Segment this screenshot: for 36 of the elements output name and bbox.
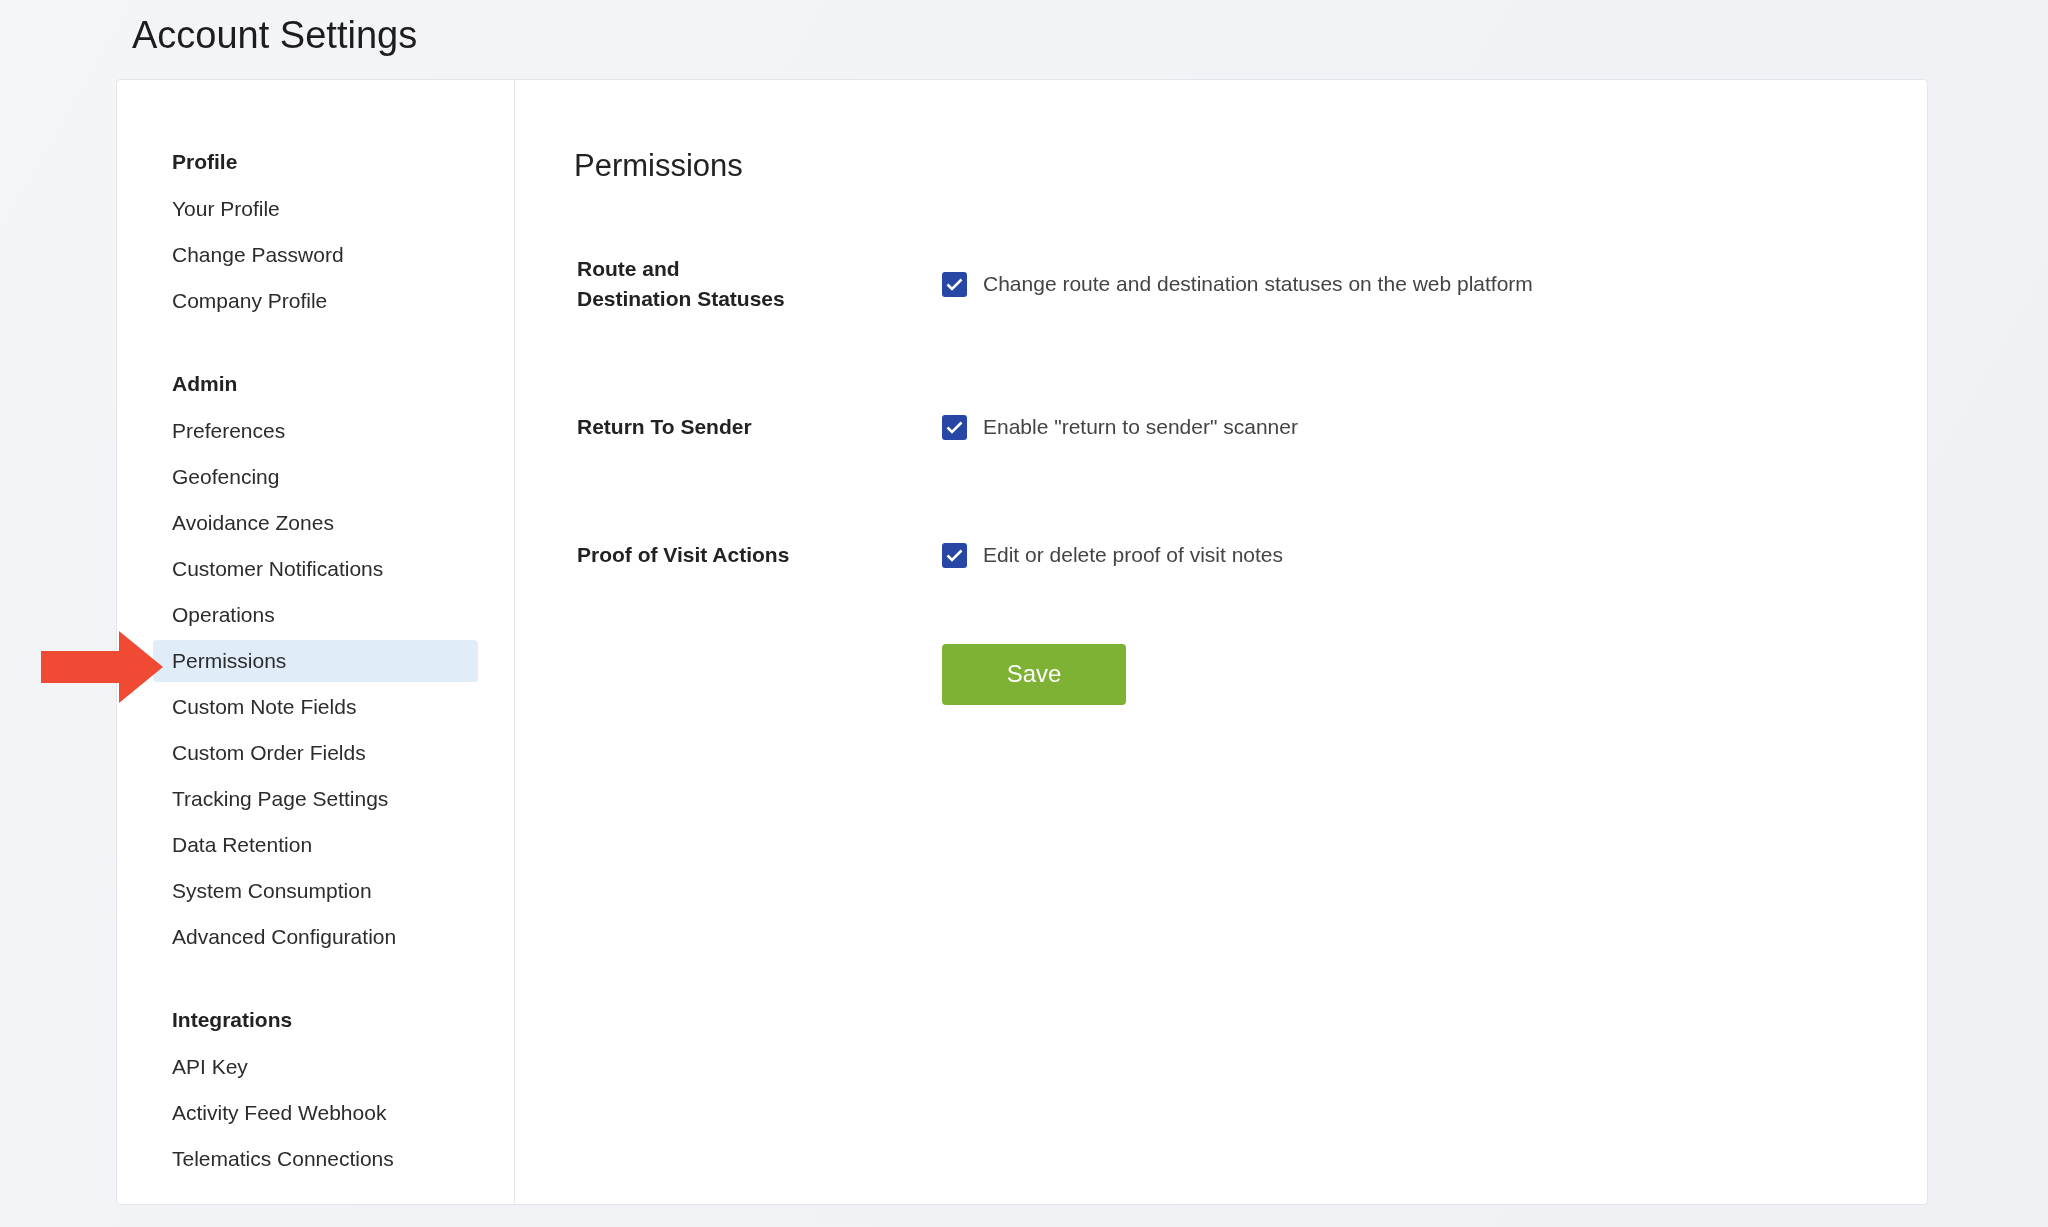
setting-label: Route and Destination Statuses [576, 256, 786, 312]
sidebar-item[interactable]: Operations [153, 594, 478, 636]
checkbox[interactable] [942, 414, 967, 440]
section-heading: Permissions [574, 148, 744, 184]
sidebar-heading: Integrations [171, 1007, 294, 1033]
checkbox-label: Edit or delete proof of visit notes [983, 543, 1283, 567]
checkmark-icon [946, 420, 963, 434]
sidebar-item[interactable]: API Key [153, 1046, 478, 1088]
setting-label: Return To Sender [576, 414, 753, 440]
checkbox[interactable] [942, 542, 967, 568]
sidebar-item[interactable]: Activity Feed Webhook [153, 1092, 478, 1134]
sidebar-item[interactable]: Permissions [153, 640, 478, 682]
sidebar-item[interactable]: Geofencing [153, 456, 478, 498]
checkbox-label: Enable "return to sender" scanner [983, 415, 1298, 439]
checkbox[interactable] [942, 271, 967, 297]
checkbox-label: Change route and destination statuses on the web platform [983, 272, 1533, 296]
sidebar-item[interactable]: Your Profile [153, 188, 478, 230]
sidebar-item[interactable]: Advanced Configuration [153, 916, 478, 958]
sidebar-item[interactable]: Custom Order Fields [153, 732, 478, 774]
sidebar-item[interactable]: Custom Note Fields [153, 686, 478, 728]
arrow-icon [39, 629, 165, 705]
sidebar-heading: Profile [171, 149, 239, 175]
sidebar-item[interactable]: Change Password [153, 234, 478, 276]
sidebar-item[interactable]: Telematics Connections [153, 1138, 478, 1180]
sidebar-item[interactable]: Tracking Page Settings [153, 778, 478, 820]
sidebar-item[interactable]: Data Retention [153, 824, 478, 866]
checkmark-icon [946, 277, 963, 291]
sidebar-item[interactable]: System Consumption [153, 870, 478, 912]
sidebar-item[interactable]: Avoidance Zones [153, 502, 478, 544]
sidebar-item[interactable]: Company Profile [153, 280, 478, 322]
checkmark-icon [946, 548, 963, 562]
sidebar-item[interactable]: Customer Notifications [153, 548, 478, 590]
sidebar-heading: Admin [171, 371, 239, 397]
page-title: Account Settings [132, 14, 419, 57]
setting-label: Proof of Visit Actions [576, 542, 791, 568]
sidebar-item[interactable]: Preferences [153, 410, 478, 452]
